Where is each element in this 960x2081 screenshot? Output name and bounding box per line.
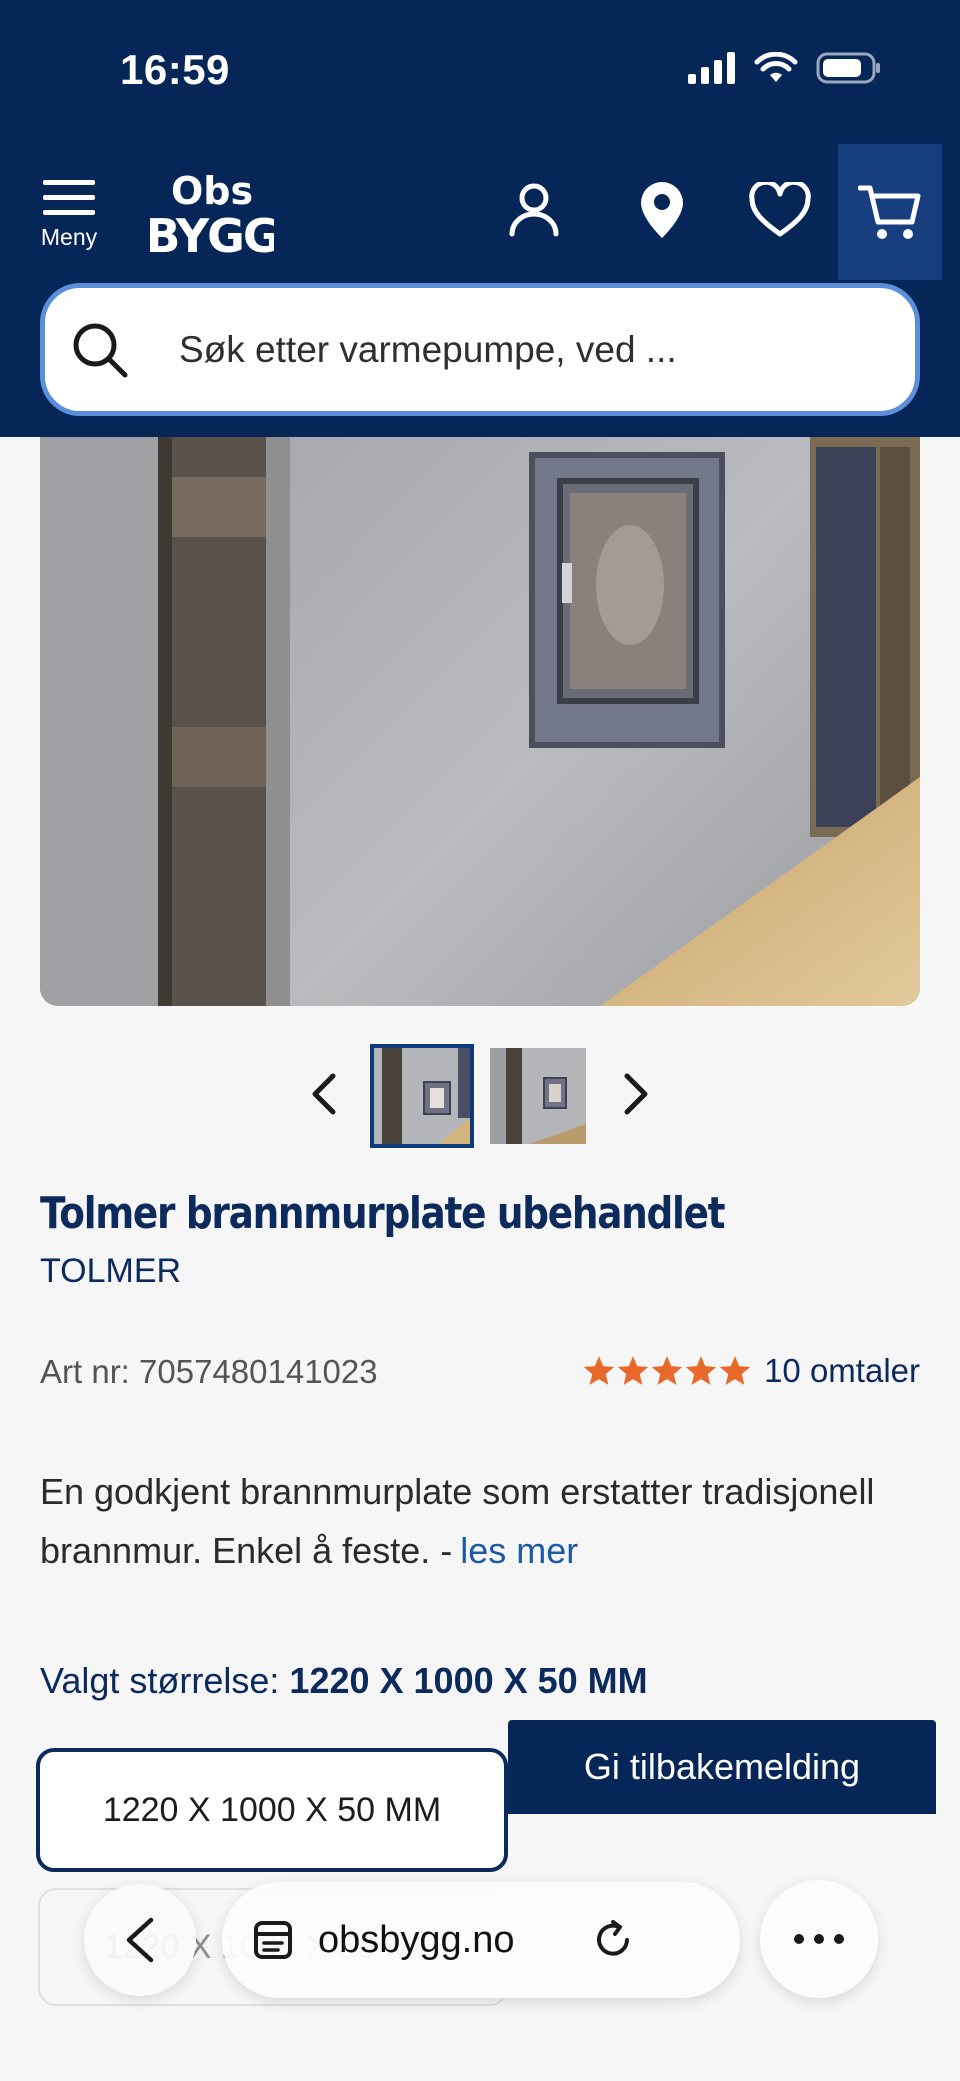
browser-back-button[interactable]: [84, 1884, 196, 1996]
chevron-left-icon: [312, 1073, 336, 1115]
feedback-button[interactable]: Gi tilbakemelding: [508, 1720, 936, 1814]
product-title: Tolmer brannmurplate ubehandlet: [40, 1188, 726, 1239]
search-field[interactable]: Søk etter varmepumpe, ved ...: [40, 283, 920, 416]
store-locator-button[interactable]: [628, 176, 696, 244]
reload-icon[interactable]: [591, 1918, 635, 1962]
star-icon: [617, 1356, 649, 1385]
signal-icon: [688, 52, 735, 84]
menu-button[interactable]: Meny: [28, 178, 110, 260]
status-bar: 16:59: [0, 0, 960, 130]
thumbnail-1-image: [374, 1048, 470, 1144]
site-header: 16:59 Meny Obs BYGG Søk etter varmepumpe…: [0, 0, 960, 437]
star-icon: [685, 1356, 717, 1385]
browser-address-bar[interactable]: obsbygg.no: [222, 1882, 740, 1998]
user-icon: [509, 183, 559, 237]
heart-icon: [749, 182, 811, 237]
cart-icon: [858, 185, 921, 239]
rating-stars: [582, 1354, 752, 1388]
size-label-prefix: Valgt størrelse:: [40, 1660, 280, 1701]
browser-more-button[interactable]: [760, 1880, 878, 1998]
chevron-right-icon: [624, 1073, 648, 1115]
read-more-link[interactable]: les mer: [460, 1530, 578, 1571]
image-thumbnails: [0, 1040, 960, 1150]
location-pin-icon: [641, 182, 683, 238]
status-icons: [688, 52, 882, 84]
thumbnail-1[interactable]: [370, 1044, 474, 1148]
obs-bygg-logo[interactable]: Obs BYGG: [145, 166, 280, 263]
article-number: Art nr: 7057480141023: [40, 1353, 378, 1390]
wishlist-button[interactable]: [746, 176, 814, 244]
logo-line1: Obs: [171, 169, 253, 213]
product-photo: [40, 437, 920, 1006]
product-rating[interactable]: 10 omtaler: [582, 1352, 920, 1390]
search-icon: [73, 323, 128, 377]
reader-icon[interactable]: [252, 1919, 294, 1961]
reviews-count: 10 omtaler: [764, 1352, 920, 1389]
wifi-icon: [754, 52, 798, 82]
star-icon: [719, 1356, 751, 1385]
size-label-value: 1220 X 1000 X 50 MM: [289, 1660, 648, 1701]
menu-label: Meny: [40, 224, 98, 250]
status-time: 16:59: [120, 46, 230, 93]
main-nav: Meny Obs BYGG: [0, 140, 960, 280]
search-placeholder: Søk etter varmepumpe, ved ...: [179, 328, 677, 370]
star-icon: [583, 1356, 615, 1385]
url-text: obsbygg.no: [318, 1918, 515, 1961]
ellipsis-icon: [794, 1934, 844, 1944]
battery-icon: [816, 52, 880, 84]
account-button[interactable]: [500, 176, 568, 244]
product-description: En godkjent brannmurplate som erstatter …: [40, 1462, 920, 1580]
hamburger-icon: [43, 180, 95, 215]
chevron-left-icon: [126, 1917, 154, 1963]
product-brand[interactable]: TOLMER: [40, 1252, 181, 1291]
star-icon: [651, 1356, 683, 1385]
product-image[interactable]: [40, 437, 920, 1006]
size-option-selected[interactable]: 1220 X 1000 X 50 MM: [36, 1748, 508, 1872]
logo-line2: BYGG: [150, 209, 274, 256]
thumbnail-next-button[interactable]: [612, 1068, 660, 1120]
thumbnail-prev-button[interactable]: [300, 1068, 348, 1120]
thumbnail-2-image: [490, 1048, 586, 1144]
cart-button[interactable]: [838, 144, 942, 280]
selected-size-label: Valgt størrelse: 1220 X 1000 X 50 MM: [40, 1660, 648, 1702]
description-text: En godkjent brannmurplate som erstatter …: [40, 1471, 875, 1571]
thumbnail-2[interactable]: [490, 1048, 586, 1144]
